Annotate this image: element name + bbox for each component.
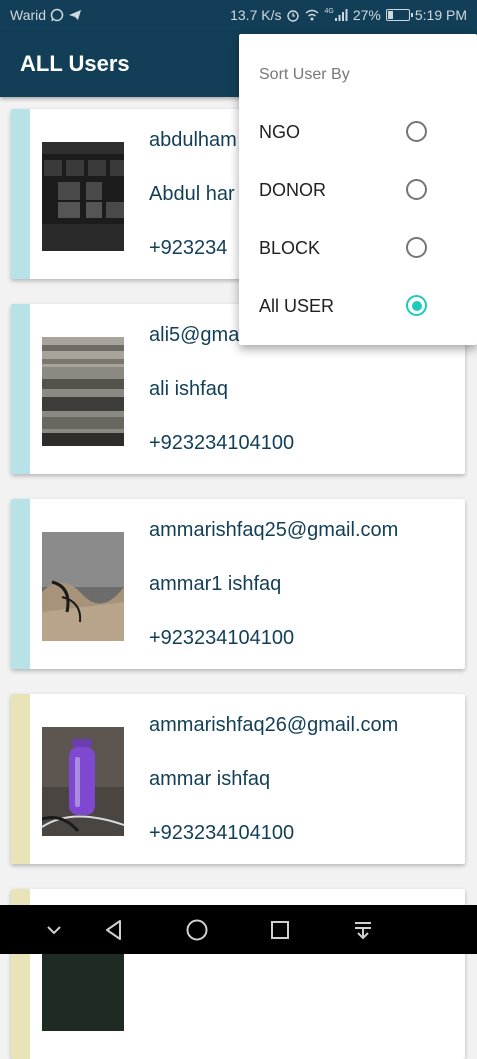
user-card[interactable]: ammarishfaq25@gmail.com ammar1 ishfaq +9… (11, 499, 465, 669)
recents-icon[interactable] (267, 917, 293, 943)
battery-icon (385, 9, 413, 21)
user-photo (42, 532, 124, 641)
user-email: ammarishfaq26@gmail.com (149, 714, 399, 736)
user-email: abdulham (149, 129, 237, 151)
user-phone: +923234 (149, 237, 228, 259)
whatsapp-icon (50, 8, 64, 22)
notification-pulldown-icon[interactable] (350, 917, 376, 943)
page-title: ALL Users (20, 51, 130, 76)
battery-fill (387, 11, 393, 19)
radio-button[interactable] (406, 237, 427, 258)
user-card-stripe (11, 109, 30, 279)
user-card-stripe (11, 304, 30, 474)
user-photo (42, 142, 124, 251)
sort-option-label: NGO (259, 122, 301, 142)
user-name: Abdul har (149, 183, 235, 205)
user-name: ali ishfaq (149, 378, 228, 400)
radio-button[interactable] (406, 179, 427, 200)
user-photo (42, 337, 124, 446)
carrier-name: Warid (10, 7, 47, 23)
chevron-down-icon[interactable] (41, 917, 67, 943)
clock: 5:19 PM (414, 7, 467, 23)
sort-user-menu: Sort User By NGO DONOR BLOCK All USER (239, 34, 477, 345)
alarm-icon (287, 10, 300, 22)
battery-percent: 27% (352, 7, 381, 23)
user-phone: +923234104100 (149, 627, 295, 649)
user-card-stripe (11, 694, 30, 864)
user-card-stripe (11, 499, 30, 669)
status-bar: Warid 13.7 K/s 4G 27% 5:19 PM (0, 0, 477, 32)
user-name: ammar1 ishfaq (149, 573, 282, 595)
user-email: ali5@gma (149, 324, 240, 346)
telegram-icon (69, 10, 82, 20)
user-photo (42, 727, 124, 836)
sort-option-label: All USER (259, 296, 335, 316)
wifi-icon (306, 9, 319, 21)
user-phone: +923234104100 (149, 432, 295, 454)
home-icon[interactable] (184, 917, 210, 943)
signal-icon (334, 9, 348, 21)
user-name: ammar ishfaq (149, 768, 271, 790)
user-card[interactable]: ammarishfaq26@gmail.com ammar ishfaq +92… (11, 694, 465, 864)
network-type-label: 4G (324, 8, 334, 15)
sort-option-label: BLOCK (259, 238, 321, 258)
back-icon[interactable] (101, 917, 127, 943)
radio-button[interactable] (406, 295, 427, 316)
network-speed: 13.7 K/s (230, 7, 282, 23)
user-phone: +923234104100 (149, 822, 295, 844)
sort-option-label: DONOR (259, 180, 326, 200)
user-email: ammarishfaq25@gmail.com (149, 519, 399, 541)
system-navigation-bar (0, 905, 477, 954)
radio-button[interactable] (406, 121, 427, 142)
sort-menu-title: Sort User By (259, 66, 350, 83)
